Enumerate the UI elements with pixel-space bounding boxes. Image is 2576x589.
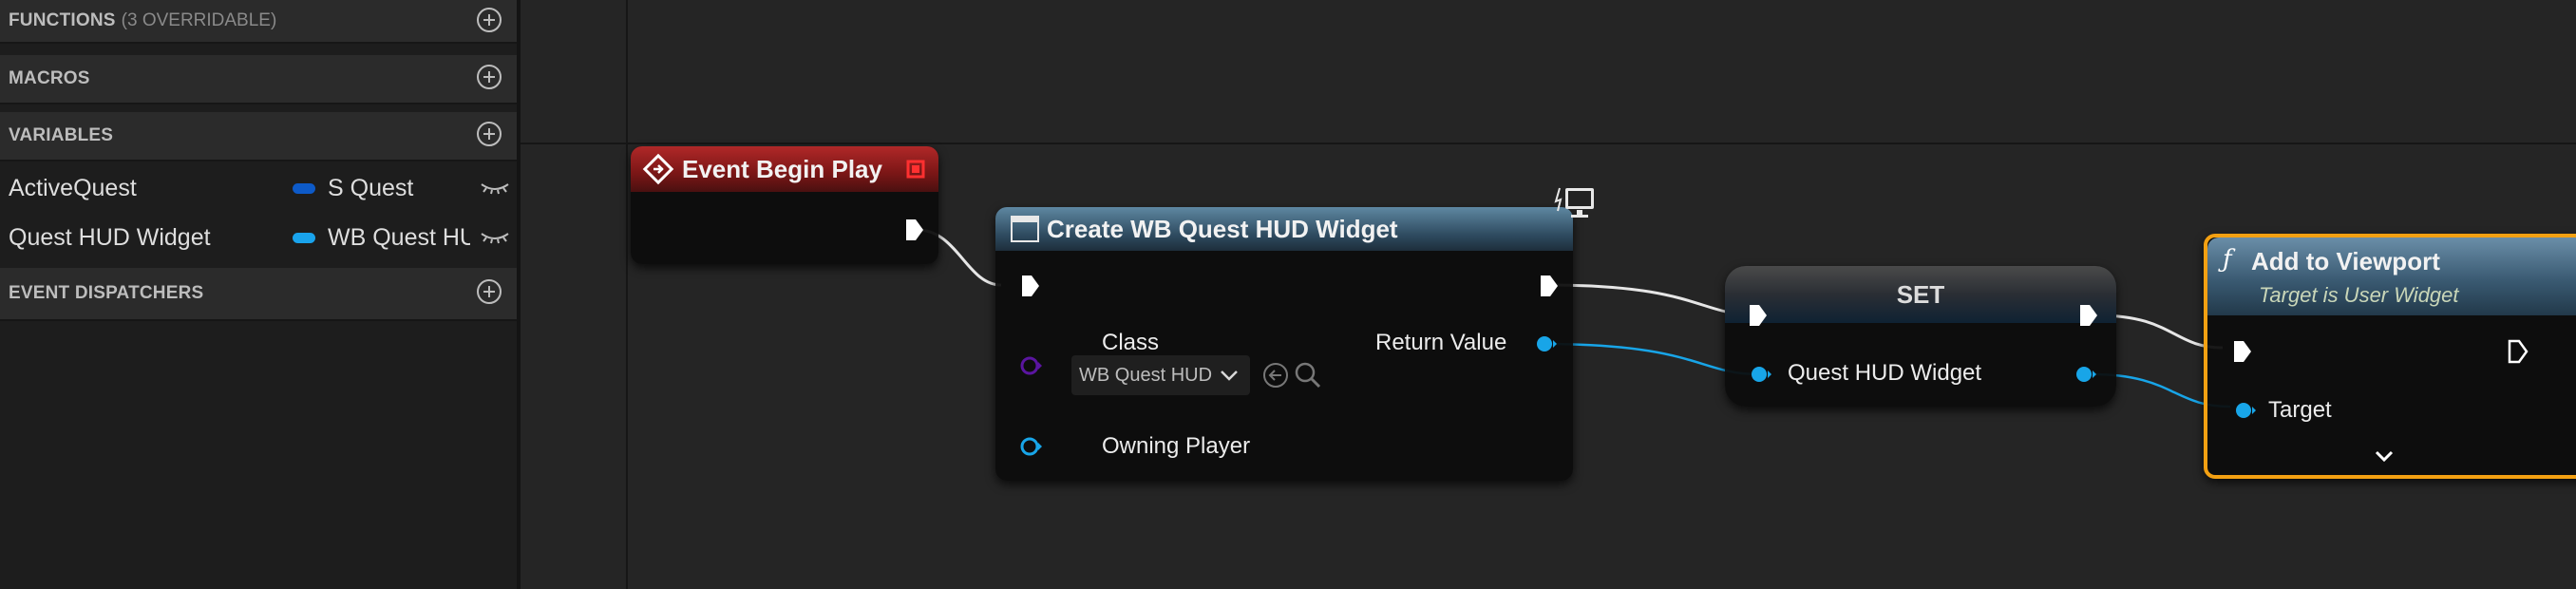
event-dispatchers-label: EVENT DISPATCHERS	[9, 283, 204, 303]
event-diamond-icon	[642, 153, 674, 185]
exec-in-pin[interactable]	[2232, 339, 2253, 364]
closed-eye-icon[interactable]	[479, 179, 511, 198]
expand-chevron-down-icon[interactable]	[2373, 448, 2396, 464]
chevron-down-icon	[1221, 370, 1238, 381]
variables-section-header[interactable]: VARIABLES	[0, 112, 517, 162]
return-value-label: Return Value	[1375, 330, 1507, 355]
quest-hud-widget-input-pin[interactable]	[1750, 363, 1772, 386]
node-title: Event Begin Play	[682, 154, 882, 183]
widget-window-icon	[1011, 216, 1039, 242]
exec-out-pin[interactable]	[2078, 303, 2099, 328]
owning-player-pin[interactable]	[1020, 435, 1043, 458]
variable-name: ActiveQuest	[9, 174, 137, 201]
add-event-dispatcher-icon[interactable]	[477, 279, 502, 304]
variables-label: VARIABLES	[9, 125, 114, 145]
functions-overridable-count: (3 OVERRIDABLE)	[121, 10, 277, 30]
target-pin-label: Target	[2268, 397, 2332, 423]
event-begin-play-header: Event Begin Play	[631, 146, 938, 192]
functions-section-header[interactable]: FUNCTIONS (3 OVERRIDABLE)	[0, 0, 517, 44]
exec-in-pin[interactable]	[1748, 303, 1769, 328]
use-selected-asset-icon[interactable]	[1261, 361, 1290, 390]
variable-row-quest-hud-widget[interactable]: Quest HUD Widget WB Quest HU	[0, 213, 517, 262]
owning-player-label: Owning Player	[1102, 433, 1251, 459]
function-icon: ƒ	[2223, 245, 2232, 274]
target-input-pin[interactable]	[2234, 399, 2257, 422]
exec-in-pin[interactable]	[1020, 274, 1041, 298]
add-to-viewport-header: ƒ Add to Viewport Target is User Widget	[2207, 238, 2576, 315]
exec-out-pin[interactable]	[1539, 274, 1560, 298]
class-dropdown-value: WB Quest HUD	[1079, 364, 1213, 386]
set-variable-label: Quest HUD Widget	[1788, 360, 1982, 386]
variable-type[interactable]: S Quest	[328, 175, 470, 202]
add-macro-icon[interactable]	[477, 65, 502, 89]
browse-asset-search-icon[interactable]	[1294, 361, 1322, 390]
variable-type[interactable]: WB Quest HU	[328, 224, 470, 252]
variable-name: Quest HUD Widget	[9, 223, 211, 251]
macros-section-header[interactable]: MACROS	[0, 55, 517, 104]
node-title: Add to Viewport	[2251, 247, 2440, 276]
create-widget-node[interactable]: Create WB Quest HUD Widget Class WB Ques…	[995, 187, 1594, 481]
return-value-pin[interactable]	[1535, 332, 1558, 355]
node-title: SET	[1896, 279, 1945, 309]
add-variable-icon[interactable]	[477, 122, 502, 146]
exec-out-pin[interactable]	[2508, 339, 2529, 364]
macros-label: MACROS	[9, 68, 90, 88]
class-pin-label: Class	[1102, 330, 1160, 355]
create-widget-header: Create WB Quest HUD Widget	[995, 207, 1573, 251]
class-dropdown[interactable]: WB Quest HUD	[1071, 355, 1250, 395]
functions-label: FUNCTIONS	[9, 10, 116, 30]
variable-type-swatch	[293, 232, 315, 243]
variable-type-swatch	[293, 182, 315, 194]
set-variable-node[interactable]: SET Quest HUD Widget	[1725, 266, 2116, 407]
event-dispatchers-section-header[interactable]: EVENT DISPATCHERS	[0, 268, 517, 321]
add-to-viewport-node[interactable]: ƒ Add to Viewport Target is User Widget …	[2204, 234, 2576, 479]
event-graph-canvas[interactable]: Event Begin Play Create WB Quest HUD Wid…	[521, 0, 2576, 589]
variable-row-activequest[interactable]: ActiveQuest S Quest	[0, 163, 517, 213]
add-function-icon[interactable]	[477, 8, 502, 32]
exec-out-pin[interactable]	[904, 218, 925, 242]
event-begin-play-node[interactable]: Event Begin Play	[631, 146, 938, 264]
node-subtitle: Target is User Widget	[2259, 283, 2459, 307]
my-blueprint-panel: FUNCTIONS (3 OVERRIDABLE) MACROS VARIABL…	[0, 0, 521, 589]
set-node-header: SET	[1725, 266, 2116, 323]
closed-eye-icon[interactable]	[479, 228, 511, 247]
client-only-monitor-icon	[1554, 187, 1594, 218]
node-title: Create WB Quest HUD Widget	[1047, 214, 1398, 243]
class-input-pin[interactable]	[1020, 354, 1043, 377]
delegate-output-icon[interactable]	[906, 160, 925, 179]
quest-hud-widget-output-pin[interactable]	[2074, 363, 2097, 386]
